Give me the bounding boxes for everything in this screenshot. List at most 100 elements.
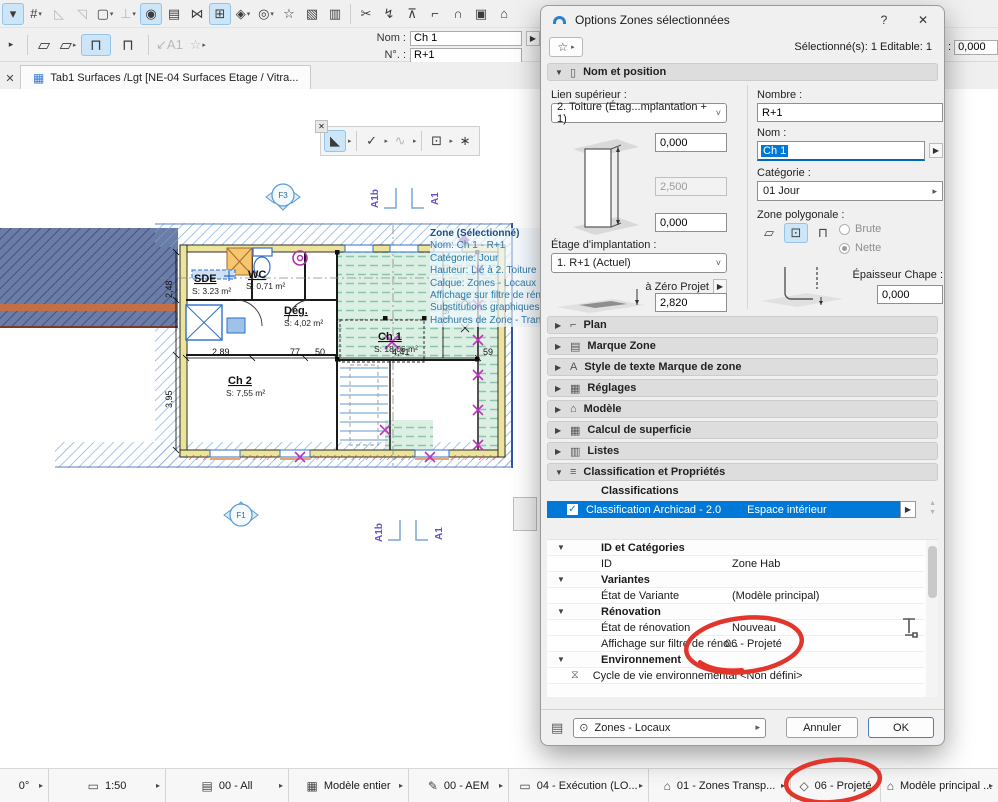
section-marker-a1-top[interactable]: A1 — [430, 192, 441, 205]
resize-frame-icon[interactable]: ▣ — [470, 3, 492, 25]
adjust-tool-icon[interactable]: ↯ — [378, 3, 400, 25]
tab-surfaces[interactable]: ▦ Tab1 Surfaces /Lgt [NE-04 Surfaces Eta… — [20, 65, 312, 89]
favorites-button[interactable]: ☆ ▸ — [549, 37, 583, 57]
dialog-titlebar[interactable]: Options Zones sélectionnées ? ✕ — [541, 6, 944, 34]
section-listes[interactable]: ▶ ▥ Listes — [547, 442, 938, 460]
height-input[interactable] — [655, 177, 727, 196]
section-calcul-superficie[interactable]: ▶ ▦ Calcul de superficie — [547, 421, 938, 439]
a1-dimension-icon[interactable]: ↙A1 — [154, 34, 185, 56]
property-group[interactable]: ▼ Rénovation — [547, 604, 924, 620]
favorites-icon[interactable]: ☆ ▸ — [187, 34, 209, 56]
axo-box-icon[interactable]: ▱ — [33, 34, 55, 56]
edit-nodes-icon[interactable]: ◉ — [140, 2, 162, 25]
section-marker-a1b-bottom[interactable]: A1b — [374, 523, 385, 542]
caret-icon[interactable]: ▸ — [413, 137, 417, 145]
section-reglages[interactable]: ▶ ▦ Réglages — [547, 379, 938, 397]
statusbar-scale[interactable]: ▭ 1:50 ▸ — [48, 769, 165, 802]
polyline-icon[interactable]: ✓ — [361, 130, 383, 152]
gravity-tool-icon[interactable]: ◺ — [48, 3, 70, 25]
statusbar-pen-set[interactable]: ✎ 00 - AEM ▸ — [408, 769, 508, 802]
numero-input[interactable] — [410, 47, 522, 63]
arrow-dropdown-icon[interactable]: ▾ — [2, 2, 24, 25]
caret-icon[interactable]: ▸ — [385, 137, 389, 145]
fillet-tool-icon[interactable]: ∩ — [447, 3, 469, 25]
property-row-environment[interactable]: ⧖ Cycle de vie environnemental <Non défi… — [547, 668, 924, 684]
section-plan[interactable]: ▶ ⌐ Plan — [547, 316, 938, 334]
section-marker-a1-bottom[interactable]: A1 — [434, 527, 445, 540]
split-tool-icon[interactable]: ✂ — [355, 3, 377, 25]
radio-brute[interactable]: Brute — [839, 223, 881, 235]
trim-bottom-icon[interactable]: ⊓ — [113, 34, 143, 56]
section-marque-zone[interactable]: ▶ ▤ Marque Zone — [547, 337, 938, 355]
properties-scrollbar[interactable] — [926, 540, 938, 697]
statusbar-structure-display[interactable]: ▦ Modèle entier ▸ — [288, 769, 408, 802]
tab-close-icon[interactable]: ✕ — [0, 67, 20, 89]
plane-tool-icon[interactable]: ◹ — [71, 3, 93, 25]
floating-toolbar-close-icon[interactable]: ✕ — [315, 120, 328, 133]
favorites-star-icon[interactable]: ☆ — [278, 3, 300, 25]
property-row[interactable]: État de Variante (Modèle principal) — [547, 588, 924, 604]
zone-auto-icon[interactable]: ▱ — [757, 223, 781, 243]
property-row-renovation-state[interactable]: État de rénovation Nouveau — [547, 620, 924, 636]
scroll-up-icon[interactable]: ▲ — [929, 499, 936, 508]
property-row-renovation-filter[interactable]: Affichage sur filtre de réno... 06 - Pro… — [547, 636, 924, 652]
classification-arrow-icon[interactable]: ▶ — [900, 501, 916, 518]
cancel-button[interactable]: Annuler — [786, 717, 858, 738]
dialog-close-button[interactable]: ✕ — [908, 9, 938, 31]
lien-superieur-select[interactable]: 2. Toiture (Étag...mplantation + 1) ˅ — [551, 101, 727, 125]
elevation-marker-f1[interactable]: F1 — [223, 501, 259, 527]
statusbar-layer-combination[interactable]: ▤ 00 - All ▸ — [165, 769, 288, 802]
property-group[interactable]: ▼ Variantes — [547, 572, 924, 588]
set-square-icon[interactable]: ◣ — [324, 130, 346, 152]
nom-input[interactable] — [410, 30, 522, 46]
help-button[interactable]: ? — [869, 9, 899, 31]
fill-tool-icon[interactable]: ◈ ▾ — [232, 3, 254, 25]
zero-projet-arrow-icon[interactable]: ▶ — [713, 279, 727, 294]
section-modele[interactable]: ▶ ⌂ Modèle — [547, 400, 938, 418]
coordinate-input[interactable] — [954, 39, 998, 55]
statusbar-rotation[interactable]: 0° ▸ — [0, 769, 48, 802]
top-offset-input[interactable] — [655, 133, 727, 152]
ok-button[interactable]: OK — [868, 717, 934, 738]
property-group[interactable]: ▼ ID et Catégories — [547, 540, 924, 556]
trim-top-icon[interactable]: ⊓ — [81, 33, 111, 56]
circle-tool-icon[interactable]: ◎ ▾ — [255, 3, 277, 25]
nombre-input[interactable] — [757, 103, 943, 122]
scroll-down-icon[interactable]: ▼ — [929, 508, 936, 517]
nom-arrow-icon[interactable]: ▶ — [929, 143, 943, 158]
zero-projet-input[interactable] — [655, 293, 727, 312]
stretch-tool-icon[interactable]: ⋈ — [186, 3, 208, 25]
classification-row[interactable]: ✓ Classification Archicad - 2.0 Espace i… — [547, 501, 916, 518]
auto-dimension-icon[interactable]: ▤ — [163, 3, 185, 25]
section-nom-et-position[interactable]: ▼ ▯ Nom et position — [547, 63, 938, 81]
layer-select[interactable]: ⊙ Zones - Locaux ▸ — [573, 717, 767, 738]
zone-reference-icon[interactable]: ⊓ — [811, 223, 835, 243]
property-group[interactable]: ▼ Environnement — [547, 652, 924, 668]
roof-tool-icon[interactable]: ⌂ — [493, 3, 515, 25]
section-marker-a1b-top[interactable]: A1b — [370, 189, 381, 208]
corner-tool-icon[interactable]: ⌐ — [424, 3, 446, 25]
statusbar-graphic-override[interactable]: ⌂ 01 - Zones Transp... ▸ — [648, 769, 790, 802]
nom-arrow-icon[interactable]: ▶ — [526, 30, 540, 46]
section-classification-proprietes[interactable]: ▼ ≡ Classification et Propriétés — [547, 463, 938, 481]
magic-wand-icon[interactable]: ∗ — [454, 130, 476, 152]
suspend-groups-icon[interactable]: ⊥ ▾ — [117, 3, 139, 25]
grid-snap-icon[interactable]: # ▾ — [25, 3, 47, 25]
statusbar-model-variant[interactable]: ⌂ Modèle principal ... ▸ — [880, 769, 998, 802]
statusbar-renovation-filter[interactable]: ◇ 06 - Projeté — [790, 769, 880, 802]
transform-box-icon[interactable]: ⊞ — [209, 2, 231, 25]
nom-input[interactable]: Ch 1 — [757, 141, 925, 161]
checkbox-checked-icon[interactable]: ✓ — [567, 504, 578, 515]
frame-tool-icon[interactable]: ▢ ▾ — [94, 3, 116, 25]
statusbar-dimension-style[interactable]: ▭ 04 - Exécution (LO... ▸ — [508, 769, 648, 802]
elevation-marker-f3[interactable]: F3 — [265, 183, 301, 211]
chape-input[interactable] — [877, 285, 943, 304]
level-tool-icon[interactable]: ⊼ — [401, 3, 423, 25]
property-row[interactable]: ID Zone Hab — [547, 556, 924, 572]
spline-icon[interactable]: ∿ — [389, 130, 411, 152]
layer-stack-icon[interactable]: ▥ — [324, 3, 346, 25]
axo-box-alt-icon[interactable]: ▱ ▸ — [57, 34, 79, 56]
etage-select[interactable]: 1. R+1 (Actuel) ˅ — [551, 253, 727, 273]
caret-icon[interactable]: ▸ — [348, 137, 352, 145]
caret-icon[interactable]: ▸ — [450, 137, 454, 145]
